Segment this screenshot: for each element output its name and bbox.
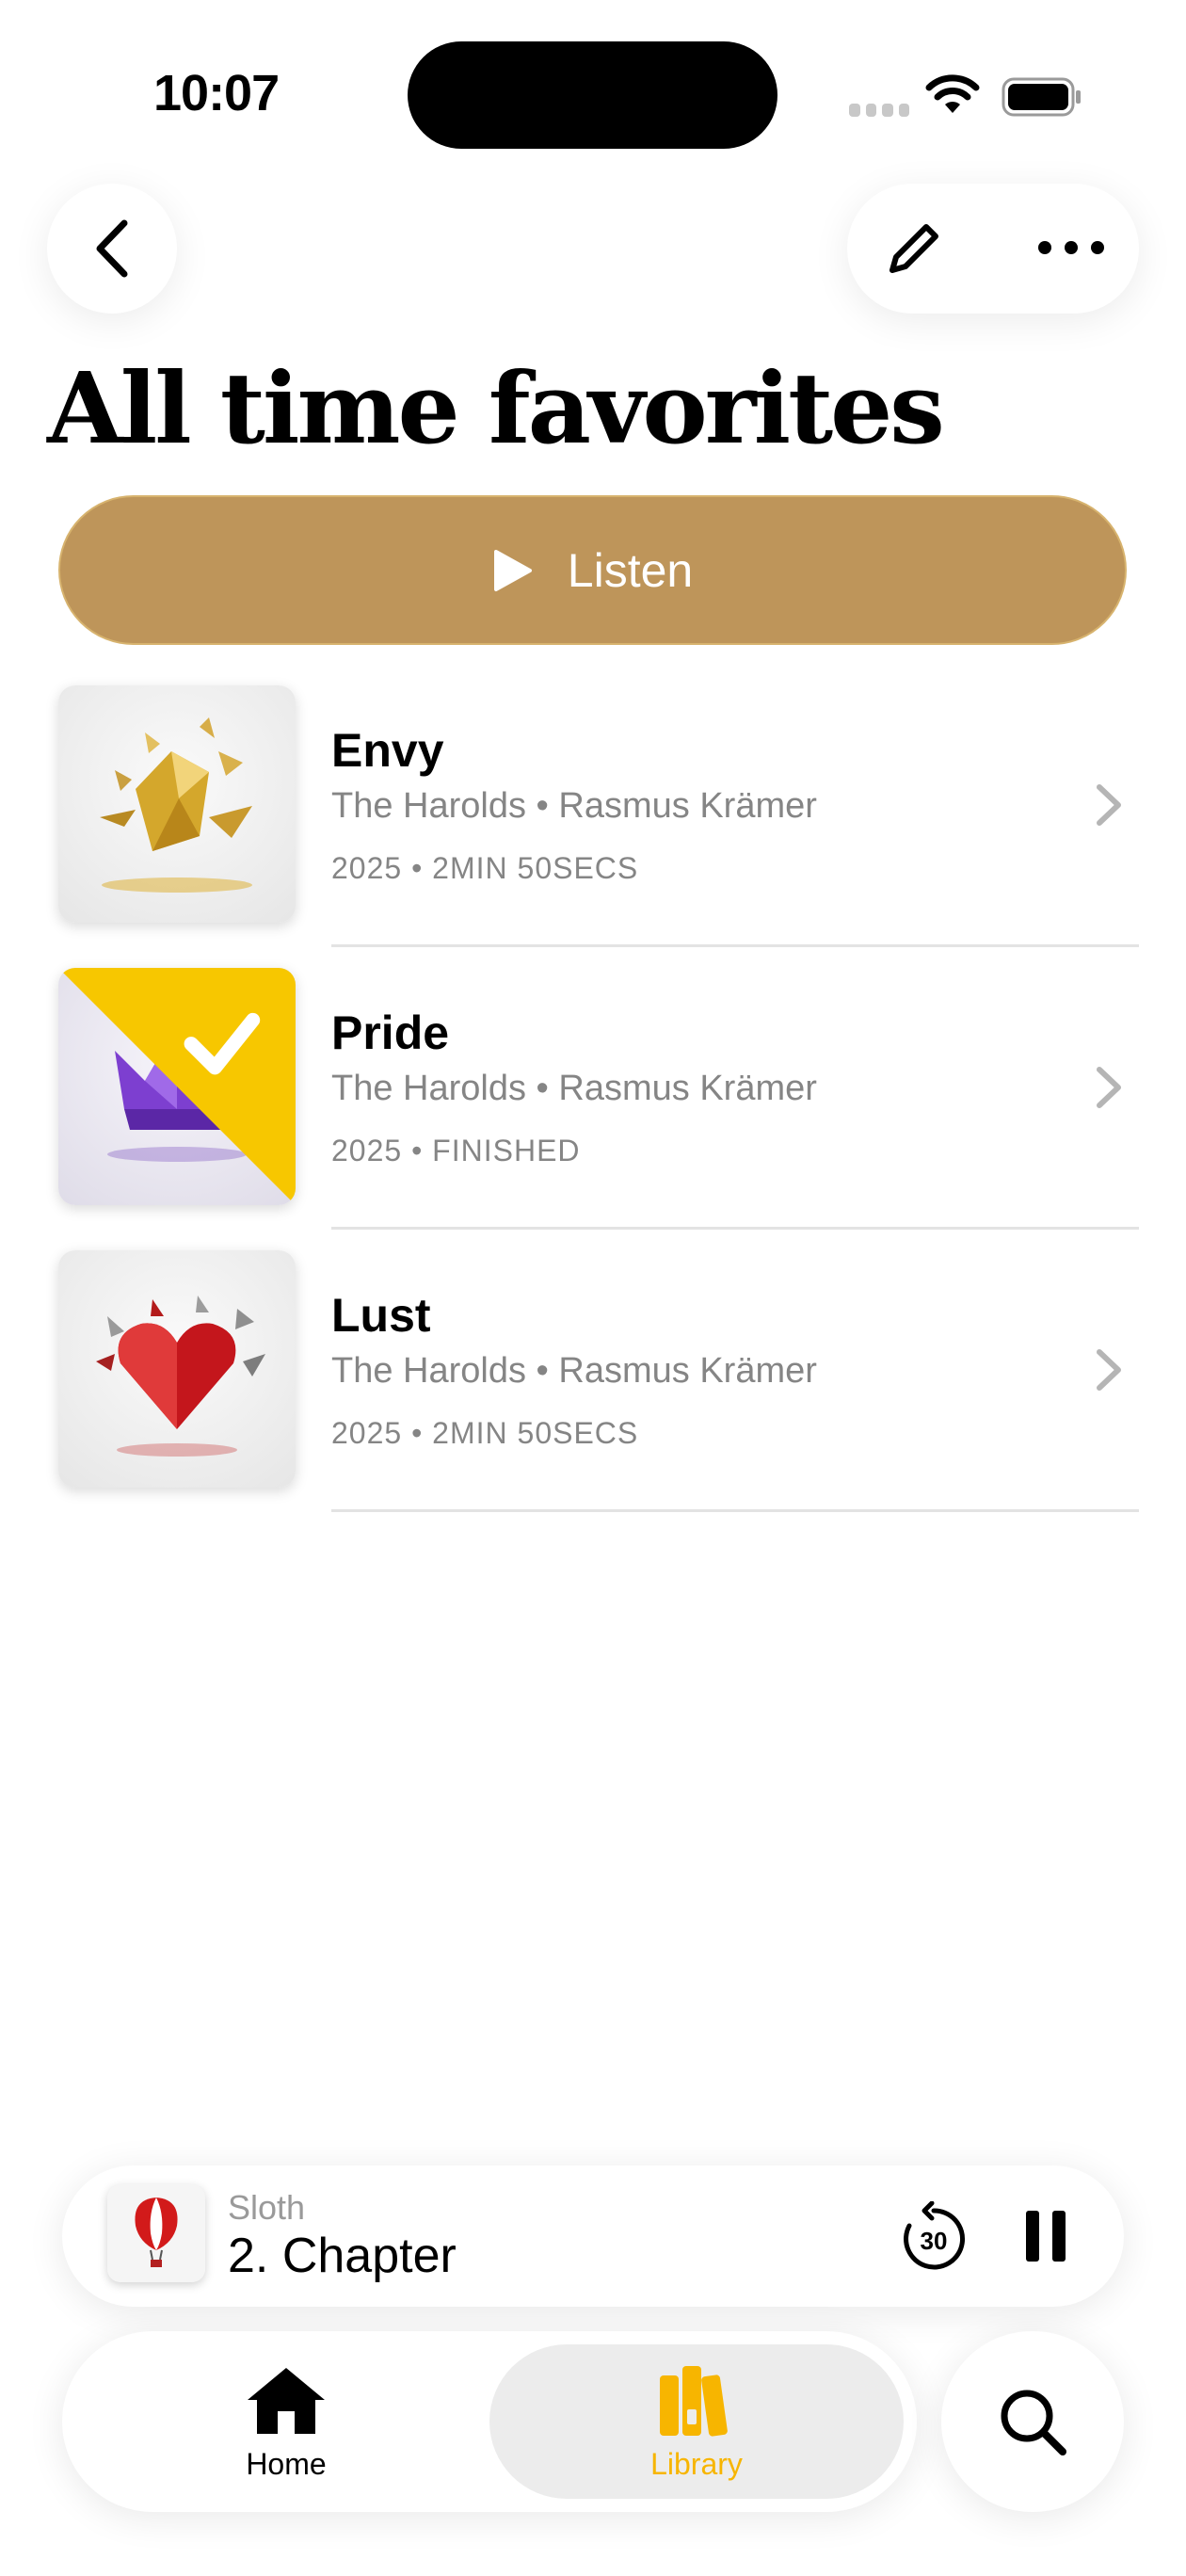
- book-title: Lust: [331, 1289, 431, 1342]
- ellipsis-icon[interactable]: [1035, 231, 1107, 265]
- mini-player-title: 2. Chapter: [228, 2229, 457, 2283]
- cellular-signal-icon: [849, 104, 909, 117]
- chevron-right-icon: [1097, 784, 1121, 826]
- tab-home[interactable]: Home: [79, 2344, 493, 2499]
- divider: [331, 1227, 1139, 1230]
- battery-icon: [1002, 77, 1081, 117]
- back-button[interactable]: [47, 184, 177, 314]
- book-title: Pride: [331, 1006, 450, 1059]
- skip-label: 30: [921, 2227, 948, 2255]
- hot-air-balloon-icon: [107, 2184, 205, 2282]
- mini-player[interactable]: Sloth 2. Chapter 30: [62, 2165, 1124, 2307]
- pencil-icon[interactable]: [883, 217, 945, 280]
- listen-button[interactable]: Listen: [58, 495, 1127, 645]
- book-authors: The Harolds • Rasmus Krämer: [331, 1069, 817, 1108]
- red-crystal-heart-icon: [96, 1296, 265, 1457]
- magnifier-icon: [1001, 2390, 1066, 2455]
- mini-player-subtitle: Sloth: [228, 2188, 306, 2227]
- book-cover: [58, 968, 296, 1205]
- divider: [331, 944, 1139, 947]
- skip-back-30-icon[interactable]: 30: [896, 2201, 971, 2277]
- wifi-icon: [925, 74, 980, 113]
- search-button[interactable]: [941, 2331, 1124, 2512]
- book-title: Envy: [331, 724, 444, 777]
- tab-label: Home: [246, 2446, 327, 2481]
- divider: [331, 1509, 1139, 1512]
- list-item[interactable]: Pride The Harolds • Rasmus Krämer 2025 •…: [0, 960, 1186, 1243]
- house-icon: [248, 2367, 325, 2434]
- book-meta: 2025 • FINISHED: [331, 1134, 581, 1167]
- dynamic-island: [408, 41, 777, 149]
- chevron-right-icon: [1097, 1349, 1121, 1391]
- listen-label: Listen: [567, 543, 694, 597]
- books-icon: [660, 2365, 728, 2437]
- finished-check-icon: [58, 968, 296, 1205]
- pause-icon[interactable]: [1024, 2209, 1067, 2263]
- book-authors: The Harolds • Rasmus Krämer: [331, 1351, 817, 1391]
- tab-label: Library: [650, 2446, 743, 2481]
- mini-player-cover: [107, 2184, 205, 2282]
- book-cover: [58, 685, 296, 923]
- header-actions: [847, 184, 1139, 314]
- chevron-right-icon: [1097, 1067, 1121, 1108]
- page-title: All time favorites: [47, 350, 945, 466]
- book-meta: 2025 • 2MIN 50SECS: [331, 851, 639, 885]
- book-authors: The Harolds • Rasmus Krämer: [331, 786, 817, 826]
- status-time: 10:07: [153, 65, 280, 121]
- chevron-left-icon: [96, 219, 128, 278]
- book-meta: 2025 • 2MIN 50SECS: [331, 1416, 639, 1450]
- tab-library[interactable]: Library: [489, 2344, 904, 2499]
- list-item[interactable]: Lust The Harolds • Rasmus Krämer 2025 • …: [0, 1243, 1186, 1525]
- tab-bar: Home Library: [62, 2331, 917, 2512]
- play-icon: [493, 549, 532, 591]
- list-item[interactable]: Envy The Harolds • Rasmus Krämer 2025 • …: [0, 678, 1186, 960]
- book-cover: [58, 1250, 296, 1488]
- golden-crystal-shards-icon: [100, 717, 252, 893]
